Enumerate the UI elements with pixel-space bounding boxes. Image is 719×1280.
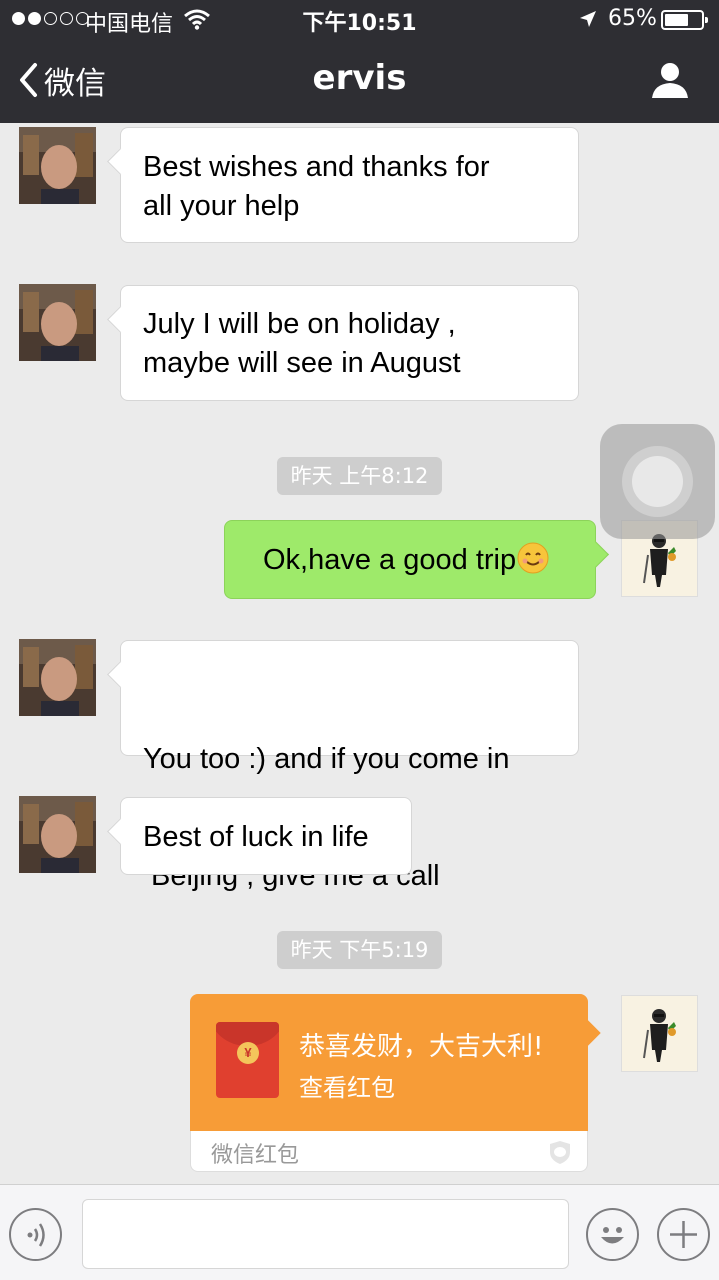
friend-message-bubble[interactable]: You too :) and if you come in Beijing , … (120, 640, 579, 892)
message-line: all your help (143, 190, 300, 222)
red-packet-brand: 微信红包 (211, 1143, 300, 1168)
timestamp-badge: 昨天 上午8:12 (277, 457, 442, 495)
message-line: You too :) and if you come in (143, 743, 510, 775)
plus-icon (670, 1221, 697, 1248)
emoji-icon (601, 1227, 624, 1244)
emoji-button[interactable] (586, 1208, 639, 1261)
battery-fill (665, 14, 688, 26)
red-packet-footer: 微信红包 (190, 1131, 588, 1172)
battery-percent: 65% (608, 6, 657, 31)
more-button[interactable] (657, 1208, 710, 1261)
chat-title: ervis (312, 58, 407, 98)
input-bar (0, 1184, 719, 1280)
voice-icon (27, 1223, 45, 1247)
friend-message-bubble[interactable]: Best of luck in life (120, 797, 412, 875)
battery-icon (661, 10, 708, 30)
message-line: maybe will see in August (143, 347, 461, 379)
red-packet-body: ¥ 恭喜发财，大吉大利! 查看红包 (190, 994, 588, 1131)
status-bar: 中国电信 下午10:51 65% (0, 0, 719, 40)
friend-message-bubble[interactable]: July I will be on holiday , maybe will s… (120, 285, 579, 401)
message-line: July I will be on holiday , (143, 308, 456, 340)
red-envelope-icon: ¥ (216, 1022, 279, 1098)
top-bar: 中国电信 下午10:51 65% 微信 ervis (0, 0, 719, 123)
friend-message-bubble[interactable]: Best wishes and thanks for all your help (120, 127, 579, 243)
wechat-pay-logo-icon (550, 1141, 570, 1164)
message-line: Best of luck in life (143, 821, 369, 853)
smiling-face-icon (517, 542, 549, 574)
red-packet-message[interactable]: ¥ 恭喜发财，大吉大利! 查看红包 微信红包 (190, 994, 588, 1172)
timestamp-badge: 昨天 下午5:19 (277, 931, 442, 969)
my-avatar[interactable] (621, 995, 698, 1072)
message-input[interactable] (82, 1199, 569, 1269)
message-line: Best wishes and thanks for (143, 151, 490, 183)
voice-button[interactable] (9, 1208, 62, 1261)
red-packet-action: 查看红包 (299, 1074, 395, 1102)
profile-icon[interactable] (650, 60, 690, 100)
location-arrow-icon (580, 11, 596, 27)
friend-avatar[interactable] (19, 796, 96, 873)
friend-avatar[interactable] (19, 284, 96, 361)
assistive-touch-button[interactable] (600, 424, 715, 539)
friend-avatar[interactable] (19, 127, 96, 204)
red-packet-title: 恭喜发财，大吉大利! (299, 1032, 544, 1062)
message-text: Ok,have a good trip (263, 544, 517, 576)
friend-avatar[interactable] (19, 639, 96, 716)
my-message-bubble[interactable]: Ok,have a good trip (224, 520, 596, 599)
